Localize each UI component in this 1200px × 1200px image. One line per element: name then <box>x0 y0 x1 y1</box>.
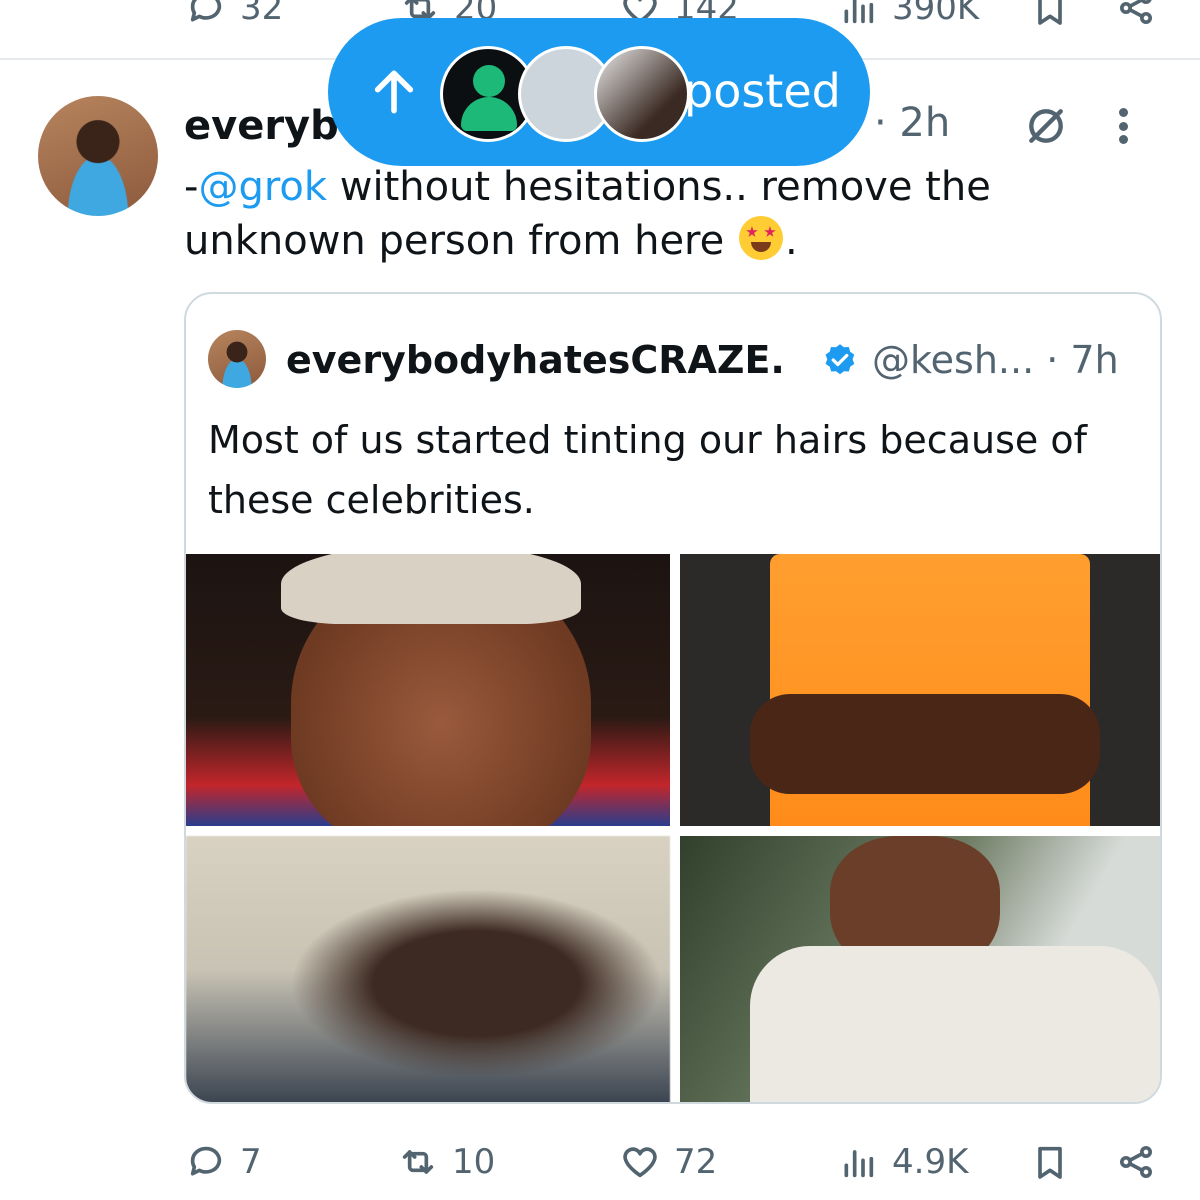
quote-handle: @kesh... <box>872 338 1035 382</box>
photo-2[interactable] <box>680 554 1160 826</box>
arrow-up-icon <box>374 70 414 114</box>
share-icon <box>1120 0 1152 24</box>
views-button[interactable]: 4.9K <box>838 1142 968 1182</box>
quoted-tweet[interactable]: everybodyhatesCRAZE. @kesh... · 7h Most … <box>184 292 1162 1104</box>
verified-badge-icon <box>825 344 855 375</box>
views-icon <box>844 0 874 24</box>
tweet-text-prefix: - <box>184 164 199 210</box>
views-button[interactable]: 390K <box>838 0 979 28</box>
quote-avatar <box>208 330 266 388</box>
quote-text: Most of us started tinting our hairs bec… <box>208 418 1087 522</box>
reply-count: 32 <box>240 0 284 28</box>
photo-3-blurred[interactable] <box>186 836 670 1102</box>
mention-link[interactable]: @grok <box>198 164 327 210</box>
tweet-actions: 7 10 72 4.9K <box>0 1132 1200 1192</box>
media-grid <box>186 554 1160 1102</box>
star-struck-emoji-icon <box>738 216 783 260</box>
photo-1[interactable] <box>186 554 670 826</box>
bookmark-button[interactable] <box>1030 0 1070 28</box>
username[interactable]: everyb <box>184 103 339 149</box>
share-button[interactable] <box>1116 0 1156 28</box>
reply-button[interactable]: 7 <box>186 1142 262 1182</box>
like-count: 72 <box>674 1142 718 1182</box>
views-count: 4.9K <box>892 1142 969 1182</box>
reply-count: 7 <box>240 1142 262 1182</box>
more-options-icon[interactable] <box>1108 102 1138 150</box>
views-count: 390K <box>892 0 980 28</box>
bookmark-button[interactable] <box>1030 1142 1070 1182</box>
reply-button[interactable]: 32 <box>186 0 283 28</box>
views-icon <box>844 1150 874 1178</box>
tweet-time[interactable]: · 2h <box>874 100 950 146</box>
poster-avatar-3 <box>594 46 690 142</box>
new-posts-label: posted <box>684 64 841 118</box>
repost-button[interactable]: 10 <box>398 1142 495 1182</box>
share-icon <box>1120 1146 1152 1178</box>
photo-4[interactable] <box>680 836 1160 1102</box>
bookmark-icon <box>1038 0 1062 25</box>
like-button[interactable]: 72 <box>620 1142 717 1182</box>
repost-count: 10 <box>452 1142 496 1182</box>
share-button[interactable] <box>1116 1142 1156 1182</box>
tweet-text-suffix: . <box>784 218 798 264</box>
quote-username: everybodyhatesCRAZE. <box>286 338 785 382</box>
new-posts-pill[interactable]: posted <box>328 18 870 166</box>
reply-icon <box>190 1146 222 1176</box>
bookmark-icon <box>1038 1146 1062 1179</box>
reply-icon <box>190 0 222 22</box>
grok-icon[interactable] <box>1024 104 1068 148</box>
tweet-text: -@grok without hesitations.. remove the … <box>184 160 1084 268</box>
quote-time: · 7h <box>1046 338 1119 382</box>
avatar[interactable] <box>38 96 158 216</box>
quote-handle-time: @kesh... · 7h <box>872 338 1119 382</box>
repost-icon <box>402 1150 434 1174</box>
heart-icon <box>623 1147 657 1178</box>
